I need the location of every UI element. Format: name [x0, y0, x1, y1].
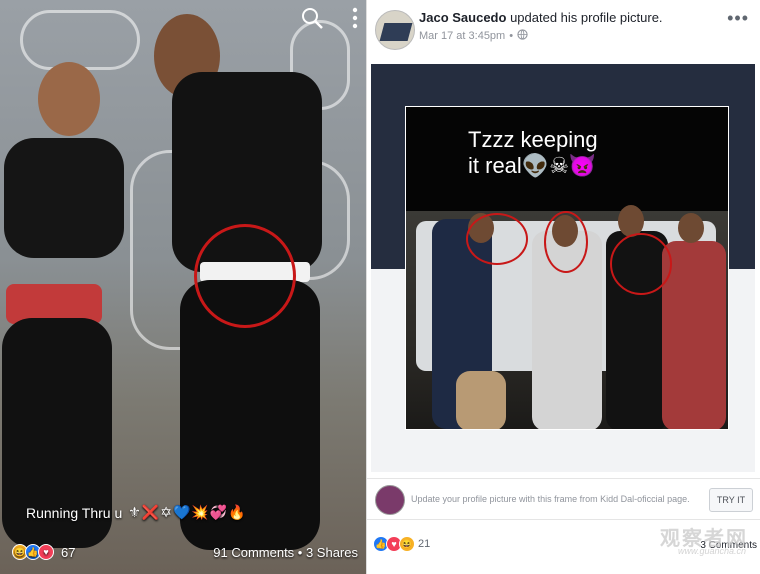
caption-emojis: ⚜❌✡💙💥💞🔥: [128, 504, 247, 520]
profile-picture-frame[interactable]: Tzzz keeping it real👽☠👿: [371, 64, 755, 472]
person-head: [38, 62, 100, 136]
author-name[interactable]: Jaco Saucedo: [419, 10, 506, 25]
watermark-url: www.guancha.cn: [677, 546, 746, 556]
globe-icon: [517, 29, 528, 43]
story-caption: Running Thru u ⚜❌✡💙💥💞🔥: [26, 504, 247, 521]
post-title: Jaco Saucedo updated his profile picture…: [419, 10, 663, 25]
highlight-circle: [544, 211, 588, 273]
love-reaction-icon: ♥: [38, 544, 54, 560]
person: [662, 241, 726, 429]
story-photo-panel: Running Thru u ⚜❌✡💙💥💞🔥 😆 👍 ♥ 67 91 Comme…: [0, 0, 366, 574]
highlight-circle: [610, 233, 672, 295]
profile-picture[interactable]: Tzzz keeping it real👽☠👿: [405, 106, 729, 430]
person: [456, 371, 506, 429]
story-top-icons: [300, 6, 358, 30]
frame-promo-bar: Update your profile picture with this fr…: [367, 478, 760, 520]
search-icon[interactable]: [300, 6, 324, 30]
promo-text: Update your profile picture with this fr…: [411, 494, 690, 504]
highlight-circle: [194, 224, 296, 328]
frame-avatar: [375, 485, 405, 515]
photo-scene: [406, 205, 728, 429]
try-it-button[interactable]: TRY IT: [709, 488, 753, 512]
comments-shares[interactable]: 91 Comments • 3 Shares: [213, 545, 358, 560]
reaction-count[interactable]: 67: [61, 545, 75, 560]
more-options-button[interactable]: •••: [727, 8, 749, 29]
person-torso: [4, 138, 124, 258]
post-meta: Mar 17 at 3:45pm •: [419, 29, 528, 43]
more-vertical-icon[interactable]: [352, 7, 358, 29]
highlight-circle: [466, 213, 528, 265]
photo-overlay-text: Tzzz keeping it real👽☠👿: [468, 127, 598, 179]
post-timestamp[interactable]: Mar 17 at 3:45pm: [419, 30, 505, 42]
meta-separator: •: [509, 30, 514, 42]
photo-text-line-1: Tzzz keeping: [468, 127, 598, 152]
person-head: [678, 213, 704, 243]
reaction-count: 21: [418, 538, 431, 550]
graffiti-art: [20, 10, 140, 70]
caption-text: Running Thru u: [26, 504, 123, 521]
story-footer: 😆 👍 ♥ 67 91 Comments • 3 Shares: [12, 542, 358, 562]
post-action: updated his profile picture.: [510, 10, 663, 25]
post-header: Jaco Saucedo updated his profile picture…: [367, 0, 760, 62]
reactions-summary[interactable]: 👍 ♥ 😆 21: [373, 536, 430, 552]
photo-text-line-2: it real👽☠👿: [468, 153, 597, 178]
facebook-post: Jaco Saucedo updated his profile picture…: [366, 0, 760, 574]
haha-reaction-icon: 😆: [399, 536, 415, 552]
author-avatar[interactable]: [375, 10, 415, 50]
